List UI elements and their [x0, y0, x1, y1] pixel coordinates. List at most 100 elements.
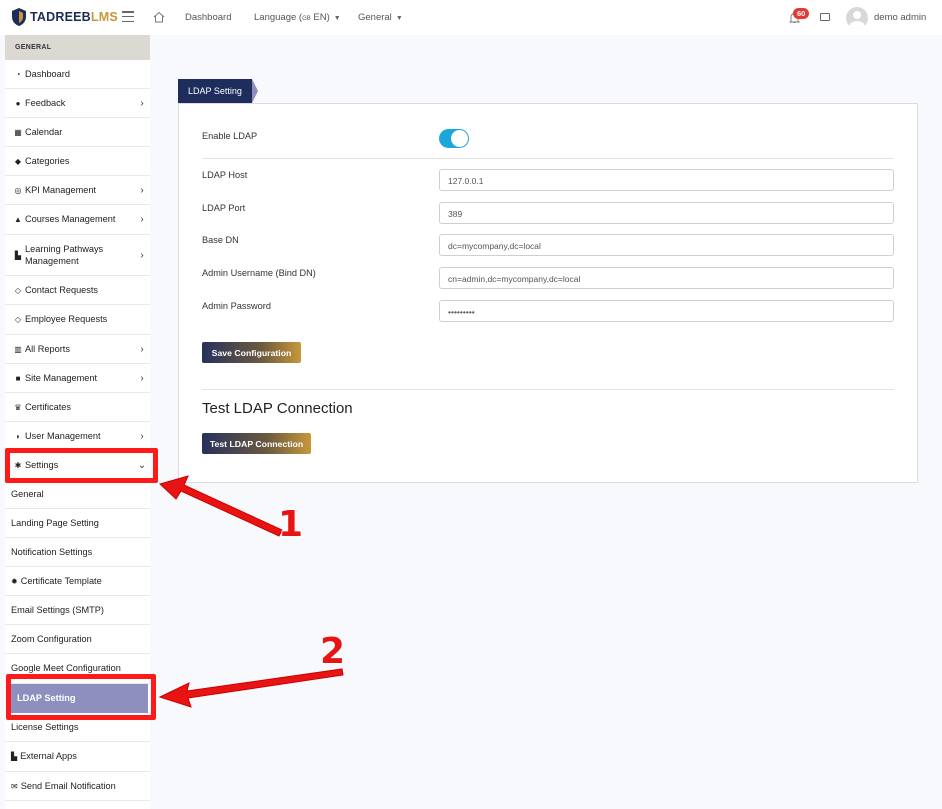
settings-sub-label: Email Settings (SMTP): [11, 604, 104, 615]
sidebar-item-label: Contact Requests: [25, 284, 99, 295]
sidebar-item-all-reports[interactable]: ▥ All Reports ›: [5, 335, 150, 364]
settings-sub-label: General: [11, 488, 44, 499]
settings-sub-label: Certificate Template: [20, 575, 102, 586]
chevron-right-icon: ›: [140, 430, 144, 442]
sidebar-item-user-management[interactable]: ◗ User Management ›: [5, 422, 150, 451]
target-icon: ◎: [14, 185, 22, 195]
settings-sub-external-apps[interactable]: ▙ External Apps: [5, 742, 150, 772]
tag-icon: ◇: [14, 285, 22, 295]
user-name[interactable]: demo admin: [874, 12, 926, 23]
caret-down-icon: ▼: [395, 15, 403, 22]
sidebar-item-contact-requests[interactable]: ◇ Contact Requests: [5, 276, 150, 305]
sidebar-item-label: User Management: [25, 430, 101, 441]
admin-username-input[interactable]: cn=admin,dc=mycompany,dc=local: [439, 267, 894, 289]
calendar-icon: ▦: [14, 127, 22, 137]
base-dn-label: Base DN: [202, 235, 239, 245]
settings-sub-label: External Apps: [20, 751, 77, 762]
sidebar-item-label: Courses Management: [25, 214, 116, 225]
chevron-right-icon: ›: [140, 184, 144, 196]
mail-icon[interactable]: [820, 13, 830, 21]
chevron-right-icon: ›: [140, 97, 144, 109]
graduation-cap-icon: ▲: [14, 215, 22, 224]
ldap-port-input[interactable]: 389: [439, 202, 894, 224]
sidebar-item-label: Feedback: [25, 97, 66, 108]
sidebar-item-categories[interactable]: ◆ Categories: [5, 147, 150, 176]
sidebar-item-employee-requests[interactable]: ◇ Employee Requests: [5, 305, 150, 335]
annotation-box-ldap: [6, 674, 156, 720]
sidebar-item-label: Site Management: [25, 372, 98, 383]
certificate-icon: ✹: [11, 576, 18, 586]
annotation-arrow-1: [159, 475, 283, 537]
shield-icon: ◗: [15, 431, 21, 441]
settings-sub-certificate-template[interactable]: ✹ Certificate Template: [5, 567, 150, 596]
menu-toggle-icon[interactable]: [122, 11, 134, 22]
language-code: EN: [313, 12, 327, 23]
admin-password-input[interactable]: •••••••••: [439, 300, 894, 322]
annotation-arrow-2: [158, 668, 344, 708]
ldap-port-label: LDAP Port: [202, 203, 246, 213]
test-ldap-connection-button[interactable]: Test LDAP Connection: [202, 433, 311, 454]
settings-sub-notification-settings[interactable]: Notification Settings: [5, 538, 150, 567]
logo[interactable]: TADREEBLMS: [11, 7, 118, 27]
logo-text-secondary: LMS: [90, 10, 118, 24]
apps-icon: ▙: [11, 752, 18, 761]
ldap-settings-card: [178, 103, 918, 483]
sidebar-item-calendar[interactable]: ▦ Calendar: [5, 118, 150, 147]
sidebar-item-label: Employee Requests: [25, 314, 108, 325]
nav-general[interactable]: General ▼: [358, 12, 403, 23]
ldap-host-input[interactable]: 127.0.0.1: [439, 169, 894, 191]
divider: [202, 389, 894, 390]
home-icon[interactable]: [153, 11, 165, 23]
sidebar-item-certificates[interactable]: ♛ Certificates: [5, 393, 150, 422]
nav-language[interactable]: Language (GB EN) ▼: [254, 12, 341, 23]
settings-sub-label: Landing Page Setting: [11, 517, 99, 528]
sitemap-icon: ▙: [14, 250, 22, 260]
chevron-right-icon: ›: [140, 249, 144, 261]
sidebar-item-kpi-management[interactable]: ◎ KPI Management ›: [5, 176, 150, 205]
notification-badge: 60: [793, 8, 810, 19]
settings-sub-label: License Settings: [11, 721, 79, 732]
sidebar-item-courses-management[interactable]: ▲ Courses Management ›: [5, 205, 150, 235]
tags-icon: ◆: [14, 156, 22, 166]
sidebar-item-label: Learning Pathways Management: [25, 243, 104, 266]
sidebar-item-label: Dashboard: [25, 68, 70, 79]
settings-sub-landing-page-setting[interactable]: Landing Page Setting: [5, 509, 150, 538]
logo-text-primary: TADREEB: [30, 10, 91, 24]
chevron-right-icon: ›: [140, 372, 144, 384]
enable-ldap-label: Enable LDAP: [202, 131, 258, 141]
toggle-knob: [451, 130, 468, 147]
base-dn-input[interactable]: dc=mycompany,dc=local: [439, 234, 894, 256]
nav-dashboard[interactable]: Dashboard: [185, 12, 231, 23]
test-connection-title: Test LDAP Connection: [202, 400, 353, 417]
sidebar-item-label: Calendar: [25, 126, 63, 137]
sidebar-item-label: KPI Management: [25, 184, 96, 195]
sidebar-item-site-management[interactable]: ■ Site Management ›: [5, 364, 150, 393]
settings-sub-general[interactable]: General: [5, 480, 150, 509]
bar-chart-icon: ▥: [14, 344, 22, 354]
language-flag: GB: [302, 16, 311, 22]
sidebar-item-feedback[interactable]: ● Feedback ›: [5, 89, 150, 118]
nav-language-label: Language: [254, 12, 297, 23]
settings-sub-zoom-configuration[interactable]: Zoom Configuration: [5, 625, 150, 654]
caret-down-icon: ▼: [333, 15, 341, 22]
annotation-number-1: 1: [278, 504, 303, 545]
enable-ldap-toggle[interactable]: [439, 129, 469, 148]
settings-sub-label: Zoom Configuration: [11, 633, 92, 644]
annotation-box-settings: [5, 448, 158, 483]
sidebar-item-learning-pathways-management[interactable]: ▙ Learning Pathways Management ›: [5, 235, 150, 276]
nav-general-label: General: [358, 12, 392, 23]
settings-sub-label: Send Email Notification: [20, 780, 116, 791]
logo-text: TADREEBLMS: [30, 10, 118, 24]
chat-icon: ●: [15, 98, 21, 108]
tab-ldap-setting[interactable]: LDAP Setting: [178, 79, 252, 103]
settings-sub-email-settings-smtp-[interactable]: Email Settings (SMTP): [5, 596, 150, 625]
ldap-host-label: LDAP Host: [202, 170, 248, 180]
avatar[interactable]: [846, 7, 868, 29]
settings-sub-label: Google Meet Configuration: [11, 663, 121, 674]
chevron-right-icon: ›: [140, 343, 144, 355]
sidebar-item-dashboard[interactable]: ◔ Dashboard: [5, 60, 150, 89]
save-configuration-button[interactable]: Save Configuration: [202, 342, 301, 363]
sidebar-item-label: Categories: [25, 155, 70, 166]
settings-sub-send-email-notification[interactable]: ✉ Send Email Notification: [5, 772, 150, 801]
shield-logo-icon: [12, 8, 26, 26]
